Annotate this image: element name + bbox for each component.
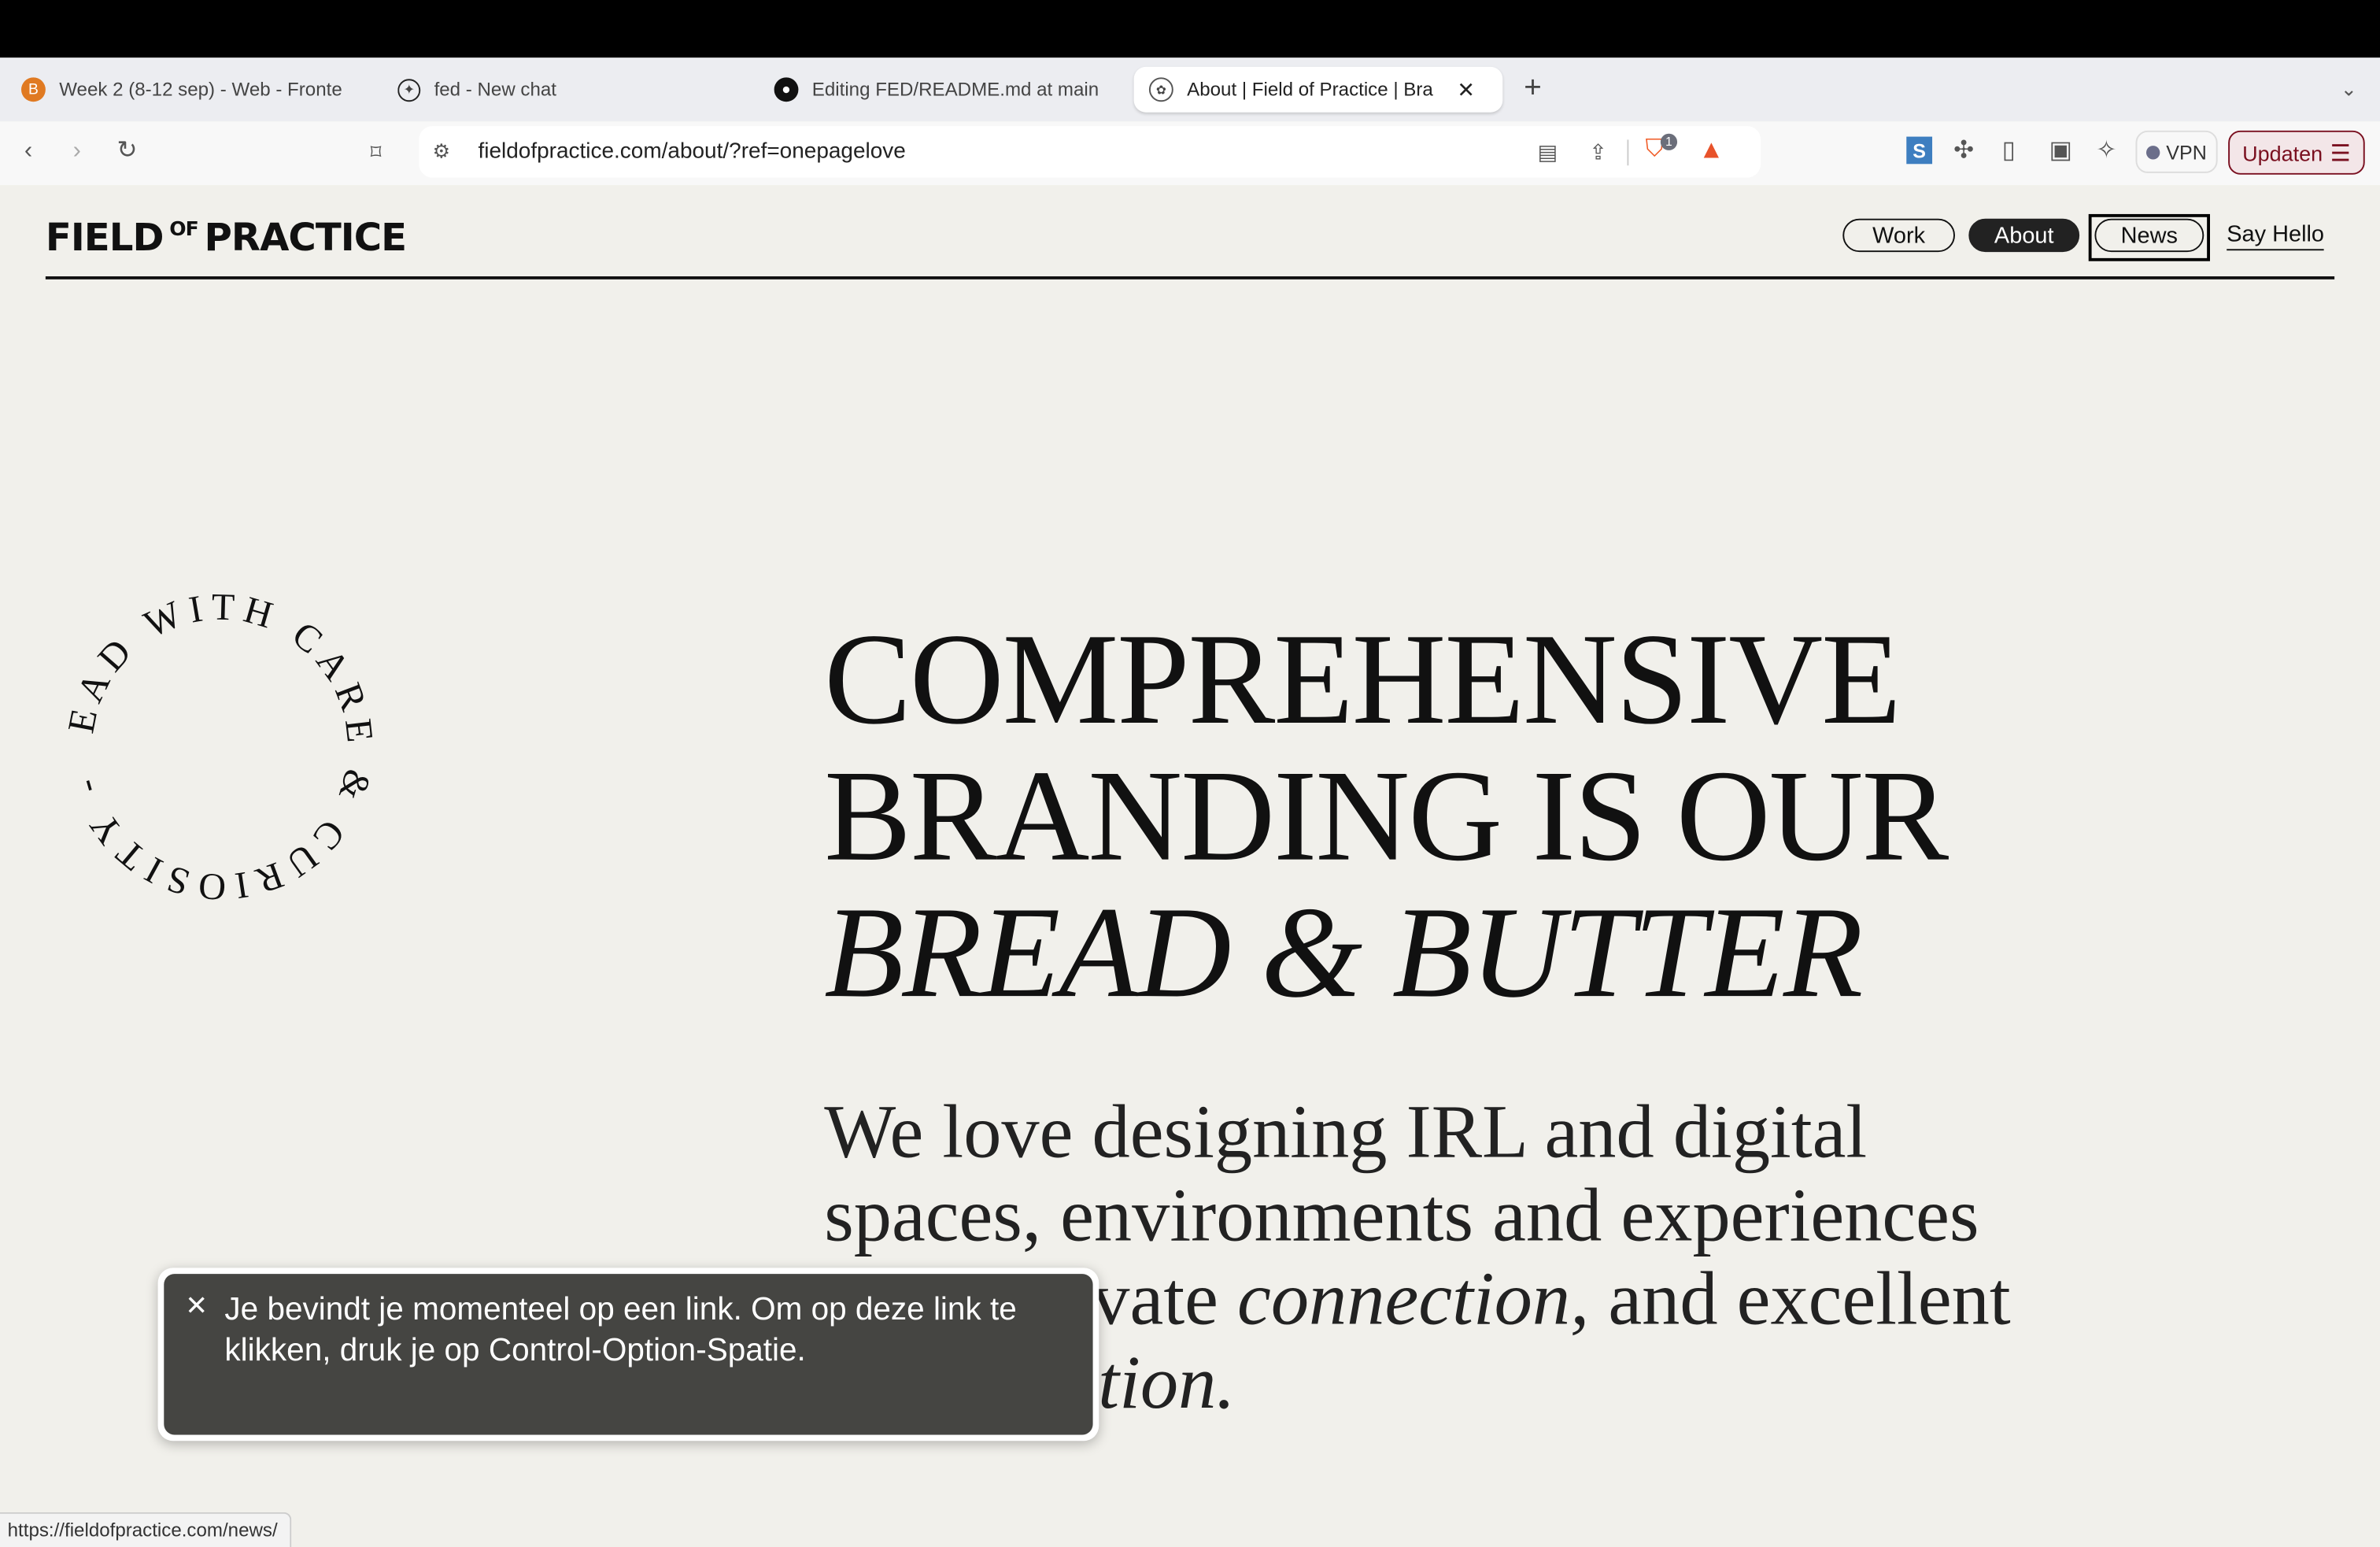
bookmark-icon[interactable]: ⌑ (371, 137, 382, 168)
brave-rewards-icon[interactable]: ▲ (1698, 135, 1724, 166)
tab-chatgpt[interactable]: ✦ fed - New chat (397, 67, 731, 113)
svg-text:LEAD WITH CARE & CURIOSITY -: LEAD WITH CARE & CURIOSITY - (61, 587, 379, 906)
site-icon: ✿ (1148, 77, 1173, 102)
share-icon[interactable]: ⇪ (1589, 137, 1607, 168)
menu-icon: ☰ (2330, 140, 2351, 167)
extension-s-icon[interactable]: S (1906, 136, 1933, 165)
site-logo[interactable]: FIELD OF PRACTICE (46, 216, 407, 260)
sidebar-icon[interactable]: ▯ (2002, 137, 2016, 168)
header-divider (45, 276, 2335, 279)
tab-list-chevron-icon[interactable]: ⌄ (2341, 74, 2357, 105)
openai-icon: ✦ (397, 78, 421, 102)
tab-strip: B Week 2 (8-12 sep) - Web - Fronte ✦ fed… (0, 57, 2380, 161)
close-icon[interactable]: ✕ (185, 1286, 208, 1327)
url-text[interactable]: fieldofpractice.com/about/?ref=onepagelo… (478, 139, 905, 164)
shields-badge: 1 (1660, 133, 1678, 150)
tab-week2[interactable]: B Week 2 (8-12 sep) - Web - Fronte (20, 67, 361, 113)
site-settings-icon[interactable]: ⚙ (433, 137, 450, 168)
brightspace-icon: B (20, 77, 46, 102)
voiceover-notification: ✕ Je bevindt je momenteel op een link. O… (157, 1268, 1099, 1442)
close-tab-icon[interactable]: ✕ (1457, 76, 1475, 102)
headline: COMPREHENSIVE BRANDING IS OUR BREAD & BU… (824, 605, 1949, 1025)
vpn-status-icon (2146, 145, 2160, 159)
divider (1627, 139, 1629, 166)
wallet-icon[interactable]: ▣ (2049, 137, 2072, 168)
extensions-icon[interactable]: ✣ (1953, 137, 1974, 168)
reader-mode-icon[interactable]: ▤ (1538, 137, 1558, 168)
nav-work[interactable]: Work (1842, 218, 1955, 253)
status-bar-url: https://fieldofpractice.com/news/ (0, 1512, 292, 1547)
back-button[interactable]: ‹ (24, 137, 32, 168)
new-tab-button[interactable]: + (1524, 73, 1542, 104)
tab-about-active[interactable]: ✿ About | Field of Practice | Bra ✕ (1133, 66, 1503, 113)
reload-button[interactable]: ↻ (116, 137, 137, 168)
github-icon: ● (774, 77, 799, 102)
nav-news[interactable]: News (2094, 218, 2204, 253)
notification-text: Je bevindt je momenteel op een link. Om … (224, 1292, 1017, 1368)
forward-button[interactable]: › (73, 137, 81, 168)
toolbar: ‹ › ↻ ⌑ ⚙ fieldofpractice.com/about/?ref… (0, 121, 2380, 186)
nav-about[interactable]: About (1968, 218, 2080, 253)
circular-badge: LEAD WITH CARE & CURIOSITY - (61, 587, 379, 906)
address-bar[interactable]: ⚙ fieldofpractice.com/about/?ref=onepage… (419, 126, 1761, 178)
menu-bar (0, 0, 2380, 58)
vpn-button[interactable]: VPN (2135, 130, 2218, 173)
update-button[interactable]: Updaten ☰ (2228, 130, 2365, 175)
tab-github[interactable]: ● Editing FED/README.md at main (774, 67, 1111, 113)
badge-text: LEAD WITH CARE & CURIOSITY - (61, 587, 379, 906)
leo-ai-icon[interactable]: ✧ (2096, 137, 2116, 168)
nav-say-hello[interactable]: Say Hello (2227, 222, 2325, 251)
